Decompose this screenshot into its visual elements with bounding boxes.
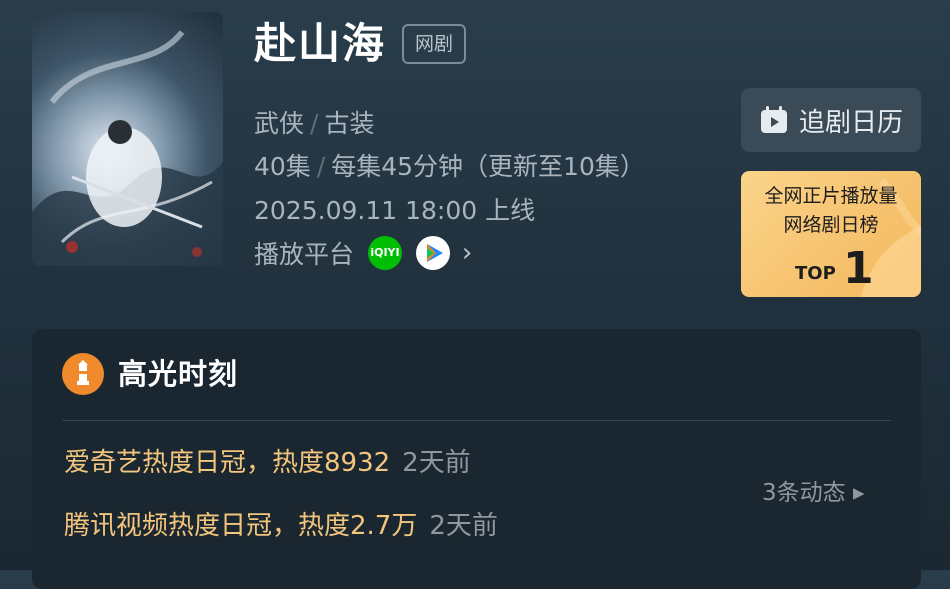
more-updates-link[interactable]: 3条动态 ▸ bbox=[762, 476, 865, 510]
calendar-button[interactable]: 追剧日历 bbox=[741, 88, 921, 152]
divider bbox=[62, 420, 891, 421]
list-item[interactable]: 爱奇艺热度日冠，热度8932 2天前 bbox=[64, 445, 471, 481]
rank-line-2: 网络剧日榜 bbox=[783, 214, 879, 236]
show-title: 赴山海 bbox=[254, 19, 387, 68]
calendar-label: 追剧日历 bbox=[798, 107, 903, 138]
rank-number: 1 bbox=[843, 243, 874, 294]
separator: / bbox=[316, 152, 326, 181]
section-title: 高光时刻 bbox=[118, 357, 239, 391]
tencent-video-icon[interactable] bbox=[415, 236, 450, 270]
separator: / bbox=[310, 109, 319, 138]
genre-line: 武侠 / 古装 bbox=[254, 107, 374, 141]
genre-tag[interactable]: 武侠 bbox=[254, 109, 304, 138]
calendar-icon bbox=[760, 106, 787, 133]
release-date: 2025.09.11 18:00 上线 bbox=[254, 196, 536, 225]
list-item[interactable]: 腾讯视频热度日冠，热度2.7万 2天前 bbox=[64, 508, 498, 544]
rank-top-label: TOP bbox=[795, 263, 836, 284]
news-text: 腾讯视频热度日冠，热度2.7万 bbox=[64, 511, 418, 541]
platform-label: 播放平台 bbox=[254, 240, 355, 269]
news-time: 2天前 bbox=[429, 511, 498, 541]
highlight-panel: 高光时刻 爱奇艺热度日冠，热度8932 2天前 腾讯视频热度日冠，热度2.7万 2天… bbox=[32, 329, 921, 589]
poster-image[interactable] bbox=[32, 12, 223, 266]
rank-card[interactable]: 全网正片播放量 网络剧日榜 TOP 1 bbox=[741, 171, 921, 297]
platform-row[interactable]: 播放平台 iQIYI › bbox=[254, 236, 472, 273]
chevron-right-icon[interactable]: › bbox=[462, 236, 472, 270]
episode-count: 40集 bbox=[254, 152, 311, 181]
lighthouse-icon bbox=[62, 353, 104, 395]
news-text: 爱奇艺热度日冠，热度8932 bbox=[64, 448, 391, 478]
type-badge: 网剧 bbox=[402, 24, 466, 64]
episode-info: 每集45分钟（更新至10集） bbox=[331, 152, 645, 181]
iqiyi-icon[interactable]: iQIYI bbox=[367, 236, 402, 270]
rank-line-1: 全网正片播放量 bbox=[764, 185, 898, 207]
news-time: 2天前 bbox=[402, 448, 471, 478]
episode-line: 40集 / 每集45分钟（更新至10集） bbox=[254, 150, 645, 184]
genre-tag[interactable]: 古装 bbox=[324, 109, 374, 138]
